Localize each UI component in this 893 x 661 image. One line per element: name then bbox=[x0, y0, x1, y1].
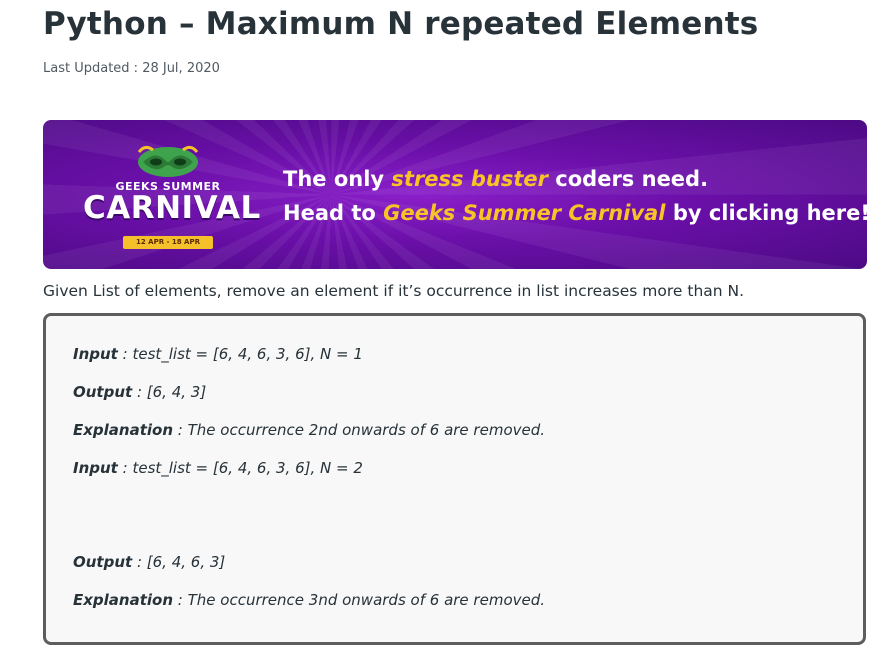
example-label: Input bbox=[73, 459, 118, 477]
banner-line-1: The only stress buster coders need. bbox=[283, 162, 867, 196]
banner-line-2: Head to Geeks Summer Carnival by clickin… bbox=[283, 196, 867, 230]
banner-line-1-highlight: stress buster bbox=[391, 167, 548, 191]
carnival-logo: GEEKS SUMMER CARNIVAL 12 APR - 18 APR bbox=[83, 140, 261, 252]
logo-dates-ribbon: 12 APR - 18 APR bbox=[123, 236, 213, 249]
banner-line-2-post: by clicking here! bbox=[665, 201, 867, 225]
carnival-mask-icon bbox=[137, 145, 199, 177]
example-explanation-2: Explanation : The occurrence 3nd onwards… bbox=[73, 591, 545, 609]
example-value: [6, 4, 6, 3] bbox=[146, 553, 226, 571]
promo-banner[interactable]: GEEKS SUMMER CARNIVAL 12 APR - 18 APR Th… bbox=[43, 120, 867, 269]
example-value: test_list = [6, 4, 6, 3, 6], N = 2 bbox=[132, 459, 363, 477]
example-label: Explanation bbox=[73, 421, 174, 439]
example-separator: : bbox=[117, 345, 133, 363]
example-value: The occurrence 3nd onwards of 6 are remo… bbox=[187, 591, 546, 609]
example-value: [6, 4, 3] bbox=[146, 383, 207, 401]
example-label: Output bbox=[73, 553, 133, 571]
example-box: Input : test_list = [6, 4, 6, 3, 6], N =… bbox=[43, 313, 866, 645]
example-separator: : bbox=[173, 591, 188, 609]
logo-main-text: CARNIVAL bbox=[83, 190, 261, 226]
banner-line-1-post: coders need. bbox=[547, 167, 709, 191]
example-value: The occurrence 2nd onwards of 6 are remo… bbox=[187, 421, 546, 439]
example-output-1: Output : [6, 4, 3] bbox=[73, 383, 206, 401]
article-title: Python – Maximum N repeated Elements bbox=[43, 6, 759, 42]
example-separator: : bbox=[132, 383, 147, 401]
example-separator: : bbox=[173, 421, 188, 439]
example-value: test_list = [6, 4, 6, 3, 6], N = 1 bbox=[132, 345, 363, 363]
example-input-2: Input : test_list = [6, 4, 6, 3, 6], N =… bbox=[73, 459, 363, 477]
example-output-2: Output : [6, 4, 6, 3] bbox=[73, 553, 225, 571]
banner-line-2-highlight: Geeks Summer Carnival bbox=[383, 201, 666, 225]
example-label: Explanation bbox=[73, 591, 174, 609]
example-label: Input bbox=[73, 345, 118, 363]
example-label: Output bbox=[73, 383, 133, 401]
banner-line-1-pre: The only bbox=[283, 167, 392, 191]
example-explanation-1: Explanation : The occurrence 2nd onwards… bbox=[73, 421, 545, 439]
example-input-1: Input : test_list = [6, 4, 6, 3, 6], N =… bbox=[73, 345, 363, 363]
example-separator: : bbox=[117, 459, 133, 477]
last-updated: Last Updated : 28 Jul, 2020 bbox=[43, 61, 220, 76]
banner-line-2-pre: Head to bbox=[283, 201, 384, 225]
example-separator: : bbox=[132, 553, 147, 571]
banner-headline: The only stress buster coders need. Head… bbox=[283, 162, 867, 230]
problem-statement: Given List of elements, remove an elemen… bbox=[43, 282, 745, 300]
